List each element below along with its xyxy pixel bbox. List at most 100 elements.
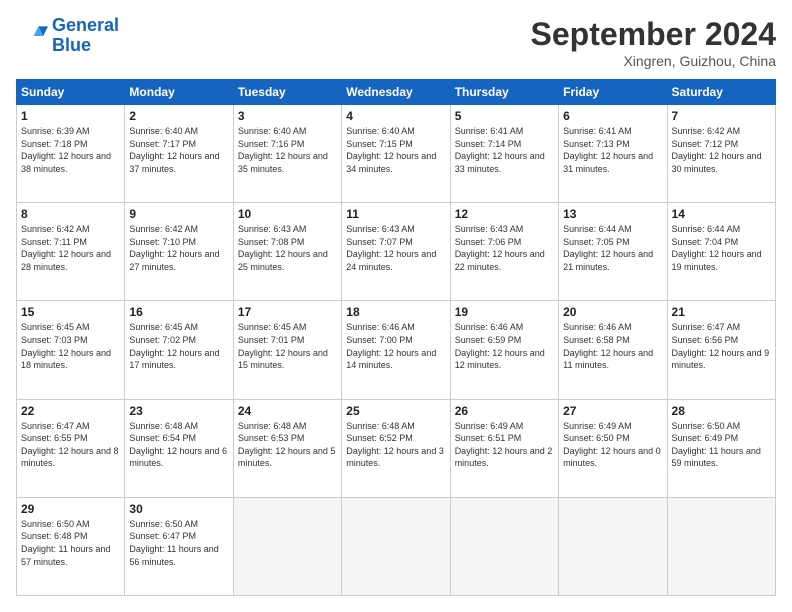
day-info: Sunrise: 6:43 AM Sunset: 7:06 PM Dayligh… — [455, 223, 554, 273]
logo-line1: General — [52, 15, 119, 35]
calendar-cell: 19 Sunrise: 6:46 AM Sunset: 6:59 PM Dayl… — [450, 301, 558, 399]
page: General Blue September 2024 Xingren, Gui… — [0, 0, 792, 612]
calendar-cell — [450, 497, 558, 595]
day-info: Sunrise: 6:47 AM Sunset: 6:56 PM Dayligh… — [672, 321, 771, 371]
sunset-label: Sunset: 7:06 PM — [455, 237, 522, 247]
sunset-label: Sunset: 6:56 PM — [672, 335, 739, 345]
calendar-cell: 18 Sunrise: 6:46 AM Sunset: 7:00 PM Dayl… — [342, 301, 450, 399]
sunrise-label: Sunrise: 6:40 AM — [346, 126, 415, 136]
sunrise-label: Sunrise: 6:40 AM — [238, 126, 307, 136]
day-info: Sunrise: 6:42 AM Sunset: 7:12 PM Dayligh… — [672, 125, 771, 175]
calendar-cell: 1 Sunrise: 6:39 AM Sunset: 7:18 PM Dayli… — [17, 105, 125, 203]
sunrise-label: Sunrise: 6:48 AM — [346, 421, 415, 431]
sunrise-label: Sunrise: 6:47 AM — [672, 322, 741, 332]
calendar-cell: 2 Sunrise: 6:40 AM Sunset: 7:17 PM Dayli… — [125, 105, 233, 203]
day-number: 26 — [455, 404, 554, 418]
daylight-label: Daylight: 12 hours and 27 minutes. — [129, 249, 219, 272]
daylight-label: Daylight: 12 hours and 6 minutes. — [129, 446, 227, 469]
day-info: Sunrise: 6:48 AM Sunset: 6:53 PM Dayligh… — [238, 420, 337, 470]
day-info: Sunrise: 6:40 AM Sunset: 7:16 PM Dayligh… — [238, 125, 337, 175]
day-number: 2 — [129, 109, 228, 123]
sunset-label: Sunset: 7:17 PM — [129, 139, 196, 149]
calendar-cell: 14 Sunrise: 6:44 AM Sunset: 7:04 PM Dayl… — [667, 203, 775, 301]
sunset-label: Sunset: 7:18 PM — [21, 139, 88, 149]
day-number: 5 — [455, 109, 554, 123]
calendar-cell — [342, 497, 450, 595]
calendar-cell: 15 Sunrise: 6:45 AM Sunset: 7:03 PM Dayl… — [17, 301, 125, 399]
col-sunday: Sunday — [17, 80, 125, 105]
col-monday: Monday — [125, 80, 233, 105]
sunrise-label: Sunrise: 6:49 AM — [563, 421, 632, 431]
sunrise-label: Sunrise: 6:46 AM — [346, 322, 415, 332]
day-number: 15 — [21, 305, 120, 319]
sunrise-label: Sunrise: 6:45 AM — [21, 322, 90, 332]
sunrise-label: Sunrise: 6:41 AM — [563, 126, 632, 136]
calendar-cell: 13 Sunrise: 6:44 AM Sunset: 7:05 PM Dayl… — [559, 203, 667, 301]
calendar-header-row: Sunday Monday Tuesday Wednesday Thursday… — [17, 80, 776, 105]
calendar-cell: 25 Sunrise: 6:48 AM Sunset: 6:52 PM Dayl… — [342, 399, 450, 497]
daylight-label: Daylight: 12 hours and 33 minutes. — [455, 151, 545, 174]
day-info: Sunrise: 6:47 AM Sunset: 6:55 PM Dayligh… — [21, 420, 120, 470]
sunset-label: Sunset: 7:07 PM — [346, 237, 413, 247]
daylight-label: Daylight: 12 hours and 18 minutes. — [21, 348, 111, 371]
sunrise-label: Sunrise: 6:42 AM — [672, 126, 741, 136]
title-block: September 2024 Xingren, Guizhou, China — [531, 16, 776, 69]
header: General Blue September 2024 Xingren, Gui… — [16, 16, 776, 69]
day-number: 20 — [563, 305, 662, 319]
sunrise-label: Sunrise: 6:46 AM — [563, 322, 632, 332]
sunset-label: Sunset: 6:48 PM — [21, 531, 88, 541]
logo-icon — [16, 20, 48, 52]
daylight-label: Daylight: 12 hours and 35 minutes. — [238, 151, 328, 174]
day-info: Sunrise: 6:43 AM Sunset: 7:07 PM Dayligh… — [346, 223, 445, 273]
daylight-label: Daylight: 12 hours and 0 minutes. — [563, 446, 661, 469]
day-number: 23 — [129, 404, 228, 418]
day-info: Sunrise: 6:46 AM Sunset: 6:58 PM Dayligh… — [563, 321, 662, 371]
day-number: 9 — [129, 207, 228, 221]
day-info: Sunrise: 6:39 AM Sunset: 7:18 PM Dayligh… — [21, 125, 120, 175]
day-number: 11 — [346, 207, 445, 221]
sunset-label: Sunset: 6:52 PM — [346, 433, 413, 443]
sunset-label: Sunset: 6:55 PM — [21, 433, 88, 443]
sunrise-label: Sunrise: 6:45 AM — [129, 322, 198, 332]
daylight-label: Daylight: 11 hours and 56 minutes. — [129, 544, 218, 567]
sunrise-label: Sunrise: 6:50 AM — [129, 519, 198, 529]
day-info: Sunrise: 6:45 AM Sunset: 7:02 PM Dayligh… — [129, 321, 228, 371]
sunset-label: Sunset: 7:13 PM — [563, 139, 630, 149]
day-info: Sunrise: 6:42 AM Sunset: 7:10 PM Dayligh… — [129, 223, 228, 273]
day-info: Sunrise: 6:50 AM Sunset: 6:48 PM Dayligh… — [21, 518, 120, 568]
day-number: 17 — [238, 305, 337, 319]
sunset-label: Sunset: 7:14 PM — [455, 139, 522, 149]
calendar-cell: 5 Sunrise: 6:41 AM Sunset: 7:14 PM Dayli… — [450, 105, 558, 203]
sunset-label: Sunset: 7:15 PM — [346, 139, 413, 149]
calendar-cell: 3 Sunrise: 6:40 AM Sunset: 7:16 PM Dayli… — [233, 105, 341, 203]
day-number: 10 — [238, 207, 337, 221]
day-info: Sunrise: 6:42 AM Sunset: 7:11 PM Dayligh… — [21, 223, 120, 273]
daylight-label: Daylight: 12 hours and 14 minutes. — [346, 348, 436, 371]
sunrise-label: Sunrise: 6:43 AM — [455, 224, 524, 234]
sunset-label: Sunset: 6:50 PM — [563, 433, 630, 443]
sunrise-label: Sunrise: 6:41 AM — [455, 126, 524, 136]
calendar-cell: 29 Sunrise: 6:50 AM Sunset: 6:48 PM Dayl… — [17, 497, 125, 595]
day-info: Sunrise: 6:49 AM Sunset: 6:51 PM Dayligh… — [455, 420, 554, 470]
day-number: 30 — [129, 502, 228, 516]
sunset-label: Sunset: 7:10 PM — [129, 237, 196, 247]
calendar-cell: 9 Sunrise: 6:42 AM Sunset: 7:10 PM Dayli… — [125, 203, 233, 301]
calendar-cell: 22 Sunrise: 6:47 AM Sunset: 6:55 PM Dayl… — [17, 399, 125, 497]
sunset-label: Sunset: 7:16 PM — [238, 139, 305, 149]
day-number: 8 — [21, 207, 120, 221]
col-friday: Friday — [559, 80, 667, 105]
calendar-cell — [667, 497, 775, 595]
sunrise-label: Sunrise: 6:39 AM — [21, 126, 90, 136]
sunset-label: Sunset: 7:08 PM — [238, 237, 305, 247]
day-info: Sunrise: 6:44 AM Sunset: 7:04 PM Dayligh… — [672, 223, 771, 273]
day-info: Sunrise: 6:50 AM Sunset: 6:47 PM Dayligh… — [129, 518, 228, 568]
sunset-label: Sunset: 7:00 PM — [346, 335, 413, 345]
daylight-label: Daylight: 12 hours and 19 minutes. — [672, 249, 762, 272]
calendar-cell: 6 Sunrise: 6:41 AM Sunset: 7:13 PM Dayli… — [559, 105, 667, 203]
col-tuesday: Tuesday — [233, 80, 341, 105]
daylight-label: Daylight: 12 hours and 5 minutes. — [238, 446, 336, 469]
sunrise-label: Sunrise: 6:43 AM — [346, 224, 415, 234]
day-info: Sunrise: 6:40 AM Sunset: 7:15 PM Dayligh… — [346, 125, 445, 175]
sunset-label: Sunset: 7:03 PM — [21, 335, 88, 345]
daylight-label: Daylight: 12 hours and 31 minutes. — [563, 151, 653, 174]
